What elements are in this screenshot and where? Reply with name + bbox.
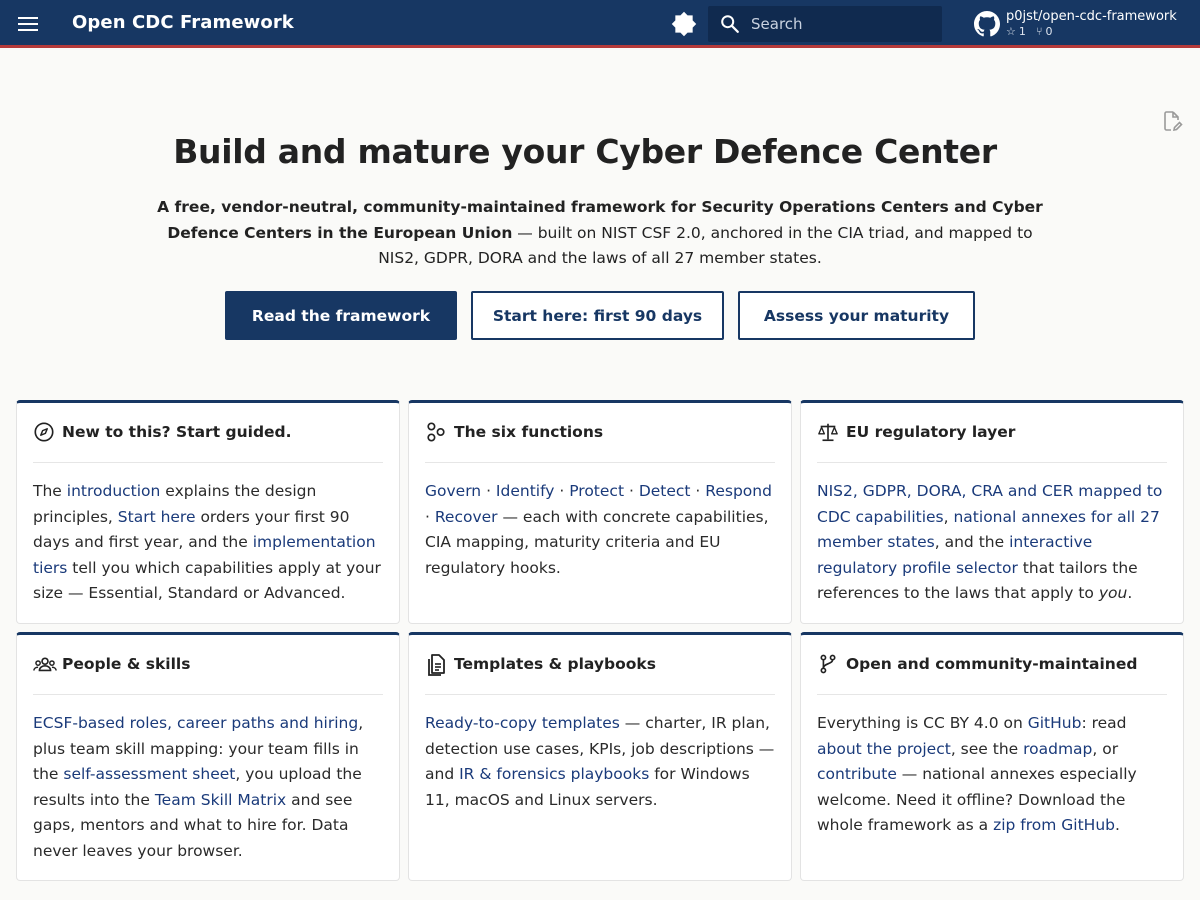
- card-templates: Templates & playbooks Ready-to-copy temp…: [408, 632, 792, 881]
- divider: [425, 694, 775, 695]
- divider: [33, 694, 383, 695]
- site-title[interactable]: Open CDC Framework: [72, 12, 294, 33]
- hero-subtitle: A free, vendor-neutral, community-mainta…: [150, 195, 1050, 272]
- repo-name: p0jst/open-cdc-framework: [1006, 9, 1177, 24]
- recover-link[interactable]: Recover: [435, 508, 498, 526]
- card-title: The six functions: [454, 423, 604, 441]
- separator: ·: [425, 507, 435, 526]
- top-header: Open CDC Framework p0jst/open-cdc-framew…: [0, 0, 1200, 48]
- assess-maturity-button[interactable]: Assess your maturity: [738, 291, 975, 340]
- self-assessment-link[interactable]: self-assessment sheet: [63, 765, 235, 783]
- group-icon: [33, 653, 57, 675]
- edit-page-icon[interactable]: [1160, 109, 1184, 133]
- text: , or: [1092, 739, 1119, 758]
- detect-link[interactable]: Detect: [639, 482, 691, 500]
- card-body: The introduction explains the design pri…: [33, 479, 385, 607]
- zip-download-link[interactable]: zip from GitHub: [993, 816, 1115, 834]
- theme-toggle-icon[interactable]: [671, 11, 697, 37]
- text: : read: [1081, 714, 1127, 732]
- card-people: People & skills ECSF-based roles, career…: [16, 632, 400, 881]
- github-icon: [974, 11, 1000, 37]
- card-title: New to this? Start guided.: [62, 423, 292, 441]
- card-title: EU regulatory layer: [846, 423, 1016, 441]
- separator: ·: [624, 482, 639, 500]
- star-count: 1: [1018, 25, 1026, 38]
- contribute-link[interactable]: contribute: [817, 765, 897, 783]
- text: .: [1115, 816, 1120, 835]
- source-branch-icon: [817, 653, 839, 675]
- card-title: Templates & playbooks: [454, 655, 656, 673]
- separator: ·: [481, 482, 496, 500]
- document-icon: [425, 653, 447, 676]
- card-body: Everything is CC BY 4.0 on GitHub: read …: [817, 711, 1169, 839]
- separator: ·: [554, 482, 570, 500]
- functions-icon: [425, 421, 447, 443]
- fork-count: 0: [1045, 25, 1053, 38]
- text: .: [1127, 584, 1133, 603]
- team-skill-matrix-link[interactable]: Team Skill Matrix: [155, 791, 286, 809]
- introduction-link[interactable]: introduction: [67, 482, 161, 500]
- card-title: Open and community-maintained: [846, 655, 1138, 673]
- text: ,: [943, 507, 954, 526]
- text: The: [33, 482, 67, 500]
- github-link[interactable]: GitHub: [1028, 714, 1082, 732]
- repo-stats: ☆ 1 ⑂ 0: [1006, 25, 1177, 39]
- menu-icon[interactable]: [14, 12, 42, 36]
- card-body: ECSF-based roles, career paths and hirin…: [33, 711, 385, 865]
- card-body: NIS2, GDPR, DORA, CRA and CER mapped to …: [817, 479, 1169, 607]
- search-box[interactable]: [708, 6, 942, 42]
- read-framework-button[interactable]: Read the framework: [225, 291, 457, 340]
- fork-icon: ⑂: [1035, 25, 1043, 38]
- card-functions: The six functions Govern · Identify · Pr…: [408, 400, 792, 624]
- card-regulatory: EU regulatory layer NIS2, GDPR, DORA, CR…: [800, 400, 1184, 624]
- start-here-link[interactable]: Start here: [118, 508, 196, 526]
- divider: [817, 694, 1167, 695]
- card-guided: New to this? Start guided. The introduct…: [16, 400, 400, 624]
- roadmap-link[interactable]: roadmap: [1023, 740, 1092, 758]
- protect-link[interactable]: Protect: [569, 482, 624, 500]
- page-title: Build and mature your Cyber Defence Cent…: [173, 132, 997, 171]
- divider: [33, 462, 383, 463]
- star-icon: ☆: [1006, 25, 1016, 38]
- respond-link[interactable]: Respond: [705, 482, 772, 500]
- card-community: Open and community-maintained Everything…: [800, 632, 1184, 881]
- text: Everything is CC BY 4.0 on: [817, 714, 1028, 732]
- identify-link[interactable]: Identify: [496, 482, 555, 500]
- playbooks-link[interactable]: IR & forensics playbooks: [459, 765, 649, 783]
- ecsf-roles-link[interactable]: ECSF-based roles, career paths and hirin…: [33, 714, 358, 732]
- text: , and the: [934, 533, 1010, 552]
- templates-link[interactable]: Ready-to-copy templates: [425, 714, 620, 732]
- text: tell you which capabilities apply at you…: [33, 558, 381, 603]
- govern-link[interactable]: Govern: [425, 482, 481, 500]
- search-input[interactable]: [751, 15, 931, 33]
- text: , see the: [950, 739, 1024, 758]
- start-here-button[interactable]: Start here: first 90 days: [471, 291, 724, 340]
- card-body: Govern · Identify · Protect · Detect · R…: [425, 479, 777, 581]
- compass-icon: [33, 421, 55, 443]
- emphasis: you: [1098, 584, 1128, 603]
- scale-icon: [817, 421, 839, 443]
- card-body: Ready-to-copy templates — charter, IR pl…: [425, 711, 777, 813]
- search-icon: [719, 13, 741, 35]
- repo-link[interactable]: p0jst/open-cdc-framework ☆ 1 ⑂ 0: [974, 7, 1177, 41]
- divider: [817, 462, 1167, 463]
- about-link[interactable]: about the project: [817, 740, 951, 758]
- separator: ·: [690, 482, 706, 500]
- divider: [425, 462, 775, 463]
- card-title: People & skills: [62, 655, 191, 673]
